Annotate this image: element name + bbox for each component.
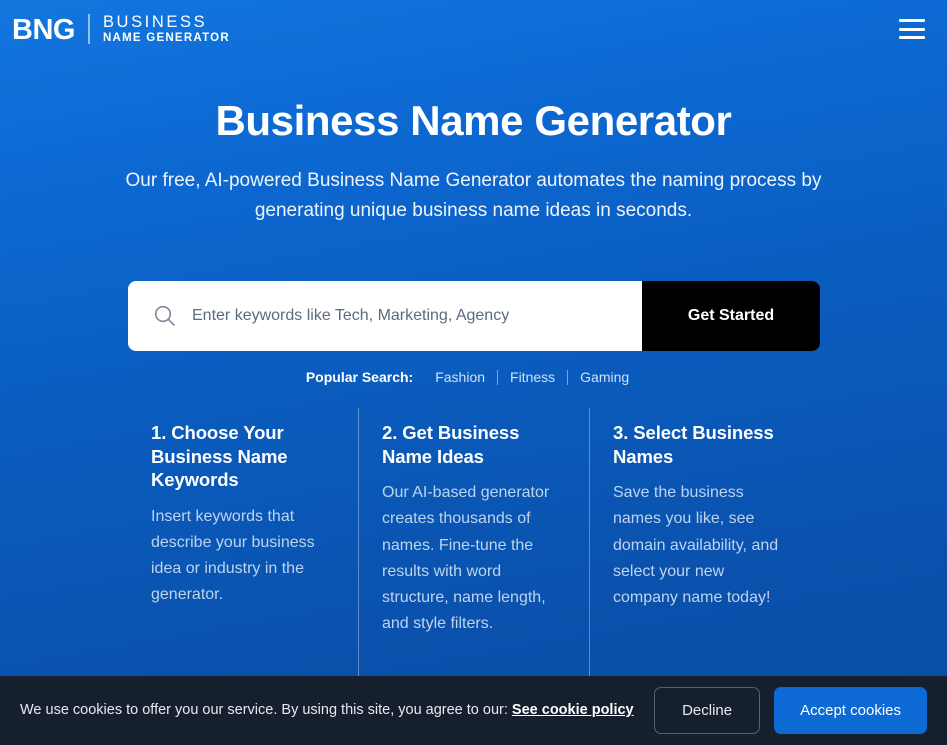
step-card-3: 3. Select Business Names Save the busine… [589, 408, 820, 688]
decline-cookies-button[interactable]: Decline [654, 687, 761, 734]
popular-search-label: Popular Search: [305, 369, 414, 385]
step-body: Save the business names you like, see do… [613, 484, 779, 606]
step-body: Insert keywords that describe your busin… [151, 508, 315, 604]
step-title: 1. Choose Your Business Name Keywords [151, 422, 288, 491]
search-icon [152, 303, 178, 329]
step-card-1: 1. Choose Your Business Name Keywords In… [128, 408, 358, 678]
cookie-consent-banner: We use cookies to offer you our service.… [0, 676, 947, 745]
step-title: 2. Get Business Name Ideas [382, 422, 520, 467]
logo-word-business: BUSINESS [102, 13, 208, 31]
get-started-button[interactable]: Get Started [642, 281, 820, 351]
cookie-banner-text: We use cookies to offer you our service.… [20, 700, 654, 720]
site-logo[interactable]: BNG BUSINESS NAME GENERATOR [12, 11, 230, 47]
hamburger-line-1 [899, 19, 925, 22]
hero-subtitle: Our free, AI-powered Business Name Gener… [125, 170, 822, 221]
hero-section: Business Name Generator Our free, AI-pow… [0, 58, 947, 225]
popular-search-item-gaming[interactable]: Gaming [568, 369, 641, 385]
hamburger-menu-icon[interactable] [899, 19, 925, 39]
step-body: Our AI-based generator creates thousands… [382, 484, 550, 632]
keyword-search-bar: Get Started [128, 281, 820, 351]
popular-search-row: Popular Search: Fashion Fitness Gaming [0, 369, 947, 385]
cookie-banner-message: We use cookies to offer you our service.… [20, 702, 508, 719]
see-cookie-policy-link[interactable]: See cookie policy [512, 702, 634, 718]
logo-divider [87, 14, 90, 44]
hamburger-line-3 [899, 36, 925, 39]
logo-word-name-generator: NAME GENERATOR [102, 31, 230, 44]
step-card-2: 2. Get Business Name Ideas Our AI-based … [358, 408, 589, 688]
site-header: BNG BUSINESS NAME GENERATOR [0, 0, 947, 58]
page-title: Business Name Generator [215, 97, 732, 144]
hamburger-line-2 [899, 27, 925, 31]
step-title: 3. Select Business Names [613, 422, 774, 467]
popular-search-item-fashion[interactable]: Fashion [423, 369, 497, 385]
popular-search-item-fitness[interactable]: Fitness [498, 369, 567, 385]
search-input-container[interactable] [128, 281, 642, 351]
logo-mark-bng: BNG [12, 13, 75, 46]
accept-cookies-button[interactable]: Accept cookies [774, 687, 927, 734]
how-it-works-steps: 1. Choose Your Business Name Keywords In… [128, 408, 820, 688]
logo-wordmark: BUSINESS NAME GENERATOR [103, 14, 230, 44]
search-input[interactable] [192, 307, 642, 325]
